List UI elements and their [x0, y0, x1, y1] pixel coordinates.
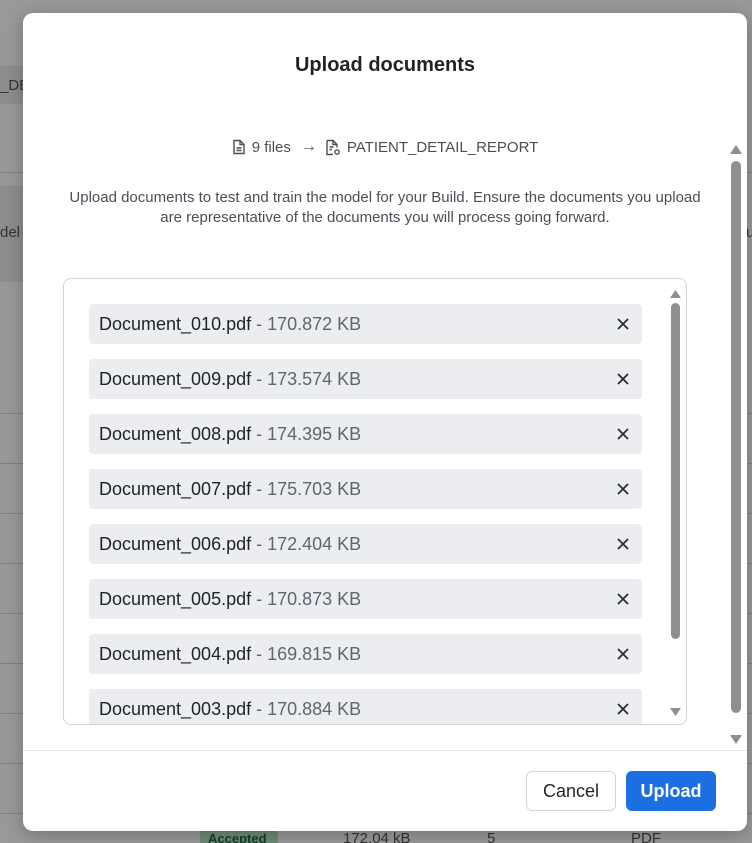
file-name: Document_003.pdf [99, 698, 252, 719]
file-size: - 170.873 KB [256, 588, 362, 609]
file-list: Document_010.pdf - 170.872 KB Document_0… [89, 304, 642, 724]
document-settings-icon [325, 139, 341, 156]
file-size: - 174.395 KB [256, 423, 362, 444]
scrollbar-thumb[interactable] [731, 161, 741, 713]
target-build-name: PATIENT_DETAIL_REPORT [346, 138, 539, 156]
scrollbar-thumb[interactable] [671, 303, 680, 639]
file-item: Document_004.pdf - 169.815 KB [89, 634, 642, 674]
file-size: - 170.884 KB [256, 698, 362, 719]
file-item: Document_010.pdf - 170.872 KB [89, 304, 642, 344]
file-count: 9 files [251, 138, 291, 156]
scroll-up-arrow-icon[interactable] [670, 285, 681, 303]
file-item: Document_009.pdf - 173.574 KB [89, 359, 642, 399]
file-list-scrollbar[interactable] [668, 285, 682, 721]
dialog-scrollbar[interactable] [728, 141, 744, 749]
cancel-button[interactable]: Cancel [526, 771, 616, 811]
footer-divider [23, 750, 747, 751]
upload-button[interactable]: Upload [626, 771, 716, 811]
file-item: Document_005.pdf - 170.873 KB [89, 579, 642, 619]
close-icon[interactable] [614, 370, 632, 388]
file-size: - 169.815 KB [256, 643, 362, 664]
close-icon[interactable] [614, 425, 632, 443]
scroll-down-arrow-icon[interactable] [670, 703, 681, 721]
close-icon[interactable] [614, 480, 632, 498]
close-icon[interactable] [614, 535, 632, 553]
file-size: - 172.404 KB [256, 533, 362, 554]
file-name: Document_004.pdf [99, 643, 252, 664]
file-size: - 173.574 KB [256, 368, 362, 389]
arrow-right-icon: → [300, 138, 317, 155]
file-item: Document_007.pdf - 175.703 KB [89, 469, 642, 509]
file-name: Document_008.pdf [99, 423, 252, 444]
upload-summary: 9 files → PATIENT_DETAIL_REPORT [23, 138, 747, 156]
file-list-container[interactable]: Document_010.pdf - 170.872 KB Document_0… [63, 278, 687, 725]
file-name: Document_010.pdf [99, 313, 252, 334]
dialog-description: Upload documents to test and train the m… [69, 189, 701, 226]
file-name: Document_009.pdf [99, 368, 252, 389]
upload-documents-dialog: Upload documents 9 files → PATIENT_DETAI… [23, 13, 747, 831]
file-size: - 175.703 KB [256, 478, 362, 499]
close-icon[interactable] [614, 315, 632, 333]
scroll-up-arrow-icon[interactable] [730, 141, 742, 159]
file-name: Document_005.pdf [99, 588, 252, 609]
file-item: Document_006.pdf - 172.404 KB [89, 524, 642, 564]
scroll-down-arrow-icon[interactable] [730, 731, 742, 749]
file-item: Document_003.pdf - 170.884 KB [89, 689, 642, 724]
file-name: Document_006.pdf [99, 533, 252, 554]
close-icon[interactable] [614, 590, 632, 608]
close-icon[interactable] [614, 700, 632, 718]
dialog-title: Upload documents [294, 54, 475, 76]
close-icon[interactable] [614, 645, 632, 663]
file-size: - 170.872 KB [256, 313, 362, 334]
file-name: Document_007.pdf [99, 478, 252, 499]
file-item: Document_008.pdf - 174.395 KB [89, 414, 642, 454]
file-icon [232, 139, 246, 155]
